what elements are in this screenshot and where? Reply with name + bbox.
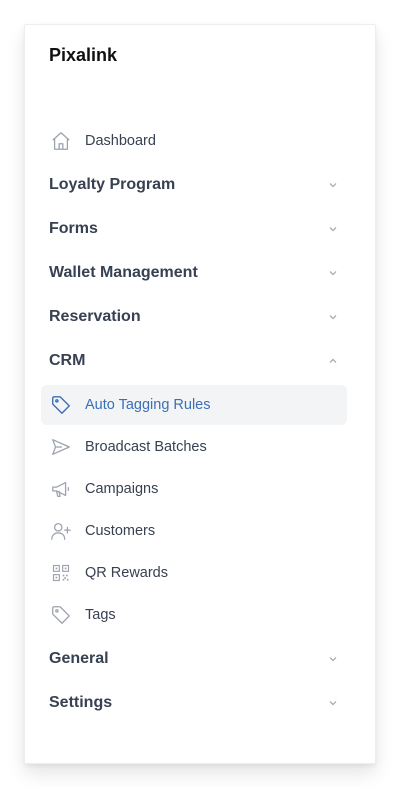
chevron-down-icon xyxy=(327,223,339,235)
sidebar-item-label: QR Rewards xyxy=(85,565,168,581)
section-label: Wallet Management xyxy=(49,264,198,281)
user-plus-icon xyxy=(49,519,73,543)
section-label: CRM xyxy=(49,352,86,369)
sidebar-item-customers[interactable]: Customers xyxy=(41,511,347,551)
send-icon xyxy=(49,435,73,459)
sidebar-item-campaigns[interactable]: Campaigns xyxy=(41,469,347,509)
chevron-down-icon xyxy=(327,311,339,323)
chevron-up-icon xyxy=(327,355,339,367)
sidebar: Pixalink Dashboard Loyalty Program Forms xyxy=(24,24,376,764)
section-settings[interactable]: Settings xyxy=(25,681,377,725)
sidebar-nav: Dashboard Loyalty Program Forms Wallet M… xyxy=(25,119,377,725)
sidebar-item-label: Broadcast Batches xyxy=(85,439,207,455)
chevron-down-icon xyxy=(327,697,339,709)
sidebar-item-label: Dashboard xyxy=(85,133,156,149)
sidebar-item-label: Tags xyxy=(85,607,116,623)
sidebar-item-label: Auto Tagging Rules xyxy=(85,397,211,413)
section-wallet-management[interactable]: Wallet Management xyxy=(25,251,377,295)
section-label: Loyalty Program xyxy=(49,176,176,193)
sidebar-item-dashboard[interactable]: Dashboard xyxy=(41,121,347,161)
chevron-down-icon xyxy=(327,179,339,191)
section-forms[interactable]: Forms xyxy=(25,207,377,251)
tag-icon xyxy=(49,603,73,627)
sidebar-item-qr-rewards[interactable]: QR Rewards xyxy=(41,553,347,593)
sidebar-item-auto-tagging-rules[interactable]: Auto Tagging Rules xyxy=(41,385,347,425)
section-loyalty-program[interactable]: Loyalty Program xyxy=(25,163,377,207)
sidebar-item-tags[interactable]: Tags xyxy=(41,595,347,635)
sidebar-item-label: Customers xyxy=(85,523,156,539)
section-label: Settings xyxy=(49,694,113,711)
section-crm[interactable]: CRM xyxy=(25,339,377,383)
tag-icon xyxy=(49,393,73,417)
home-icon xyxy=(49,129,73,153)
section-reservation[interactable]: Reservation xyxy=(25,295,377,339)
section-general[interactable]: General xyxy=(25,637,377,681)
sidebar-item-label: Campaigns xyxy=(85,481,159,497)
chevron-down-icon xyxy=(327,267,339,279)
section-label: General xyxy=(49,650,109,667)
section-label: Reservation xyxy=(49,308,141,325)
sidebar-item-broadcast-batches[interactable]: Broadcast Batches xyxy=(41,427,347,467)
chevron-down-icon xyxy=(327,653,339,665)
section-label: Forms xyxy=(49,220,98,237)
brand-title: Pixalink xyxy=(49,45,118,65)
megaphone-icon xyxy=(49,477,73,501)
qr-code-icon xyxy=(49,561,73,585)
